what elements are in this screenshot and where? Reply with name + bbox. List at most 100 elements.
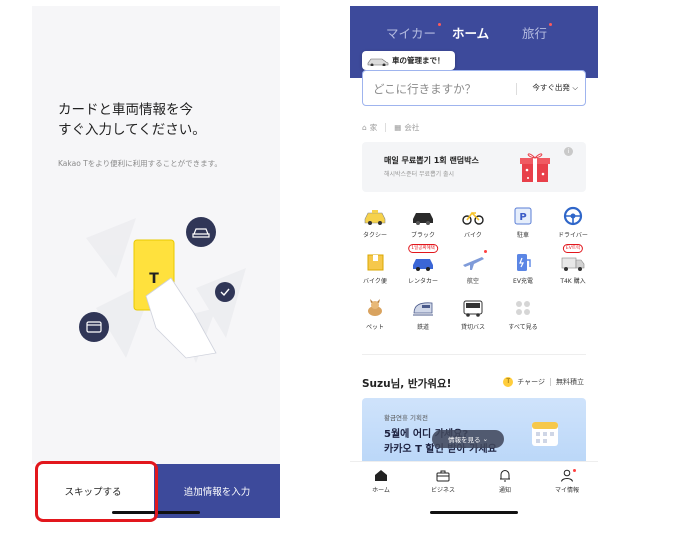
service-see-all[interactable]: すべて見る (500, 297, 546, 331)
service-parking[interactable]: P 駐車 (500, 205, 546, 239)
free-points-link[interactable]: 無料積立 (556, 377, 584, 387)
onboarding-subtext: Kakao Tをより便利に利用することができます。 (58, 159, 222, 168)
nav-business[interactable]: ビジネス (418, 469, 468, 494)
greeting-text: Suzu님, 반가워요! (362, 378, 452, 390)
skip-button[interactable]: スキップする (32, 464, 154, 518)
service-flight[interactable]: 航空 (450, 250, 496, 285)
promo-badge: 1일공짜혜택 (408, 244, 438, 253)
home-indicator (112, 511, 200, 514)
nav-my-info[interactable]: マイ情報 (542, 469, 592, 494)
service-label: 鉄道 (416, 324, 429, 331)
add-info-button[interactable]: 追加情報を入力 (154, 464, 280, 518)
service-pet[interactable]: ペット (352, 297, 398, 331)
service-rental-car[interactable]: 1일공짜혜택 レンタカー (400, 244, 446, 285)
svg-text:P: P (519, 212, 526, 223)
banner-title: 매일 무료뽑기 1회 랜덤박스 (384, 156, 479, 165)
charge-link[interactable]: チャージ (517, 377, 545, 387)
nav-home[interactable]: ホーム (356, 469, 406, 494)
service-label: 貸切バス (460, 324, 485, 331)
service-ev-charge[interactable]: EV充電 (500, 251, 546, 285)
service-label: バイク便 (363, 278, 387, 285)
coin-icon: T (503, 377, 514, 387)
airplane-icon (460, 250, 487, 273)
service-bike[interactable]: バイク (450, 205, 496, 239)
service-t4k-purchase[interactable]: EV트럭 T4K 購入 (550, 244, 596, 285)
bus-icon (460, 297, 486, 319)
service-label: すべて見る (508, 324, 538, 331)
destination-search[interactable]: どこに行きますか？ 今すぐ出発 ⌵ (362, 70, 586, 106)
service-label: バイク (464, 232, 482, 239)
service-label: 駐車 (516, 232, 529, 239)
service-taxi[interactable]: タクシー (352, 205, 398, 239)
depart-now-dropdown[interactable]: 今すぐ出発 ⌵ (532, 82, 578, 93)
tab-home[interactable]: ホーム (452, 23, 489, 42)
points-area: T チャージ 無料積立 (503, 377, 584, 387)
service-driver[interactable]: ドライバー (550, 205, 596, 239)
mycar-tooltip[interactable]: 車の管理まで！ (362, 51, 455, 70)
service-charter-bus[interactable]: 貸切バス (450, 297, 496, 331)
check-icon (215, 282, 235, 302)
search-divider (516, 83, 517, 95)
random-box-banner[interactable]: 매일 무료뽑기 1회 랜덤박스 해시박스준터 무료뽑기 출시 i (362, 142, 586, 192)
card-icon (79, 312, 109, 342)
service-train[interactable]: 鉄道 (400, 297, 446, 331)
nav-label: 通知 (498, 487, 511, 494)
service-label: タクシー (362, 232, 387, 239)
nav-label: マイ情報 (554, 487, 579, 494)
service-label: ドライバー (558, 232, 588, 239)
top-tabs: マイカー ホーム 旅行 (350, 23, 598, 43)
home-indicator (430, 511, 518, 514)
fav-home[interactable]: 家 (370, 122, 378, 133)
tab-mycar[interactable]: マイカー (386, 23, 442, 42)
onboarding-headline: カードと車両情報を今 すぐ入力してください。 (58, 102, 206, 138)
service-bike-delivery[interactable]: バイク便 (352, 251, 398, 285)
gift-box-icon (520, 153, 550, 182)
nav-label: ビジネス (430, 487, 455, 494)
ev-truck-badge: EV트럭 (562, 244, 584, 253)
box-icon (362, 251, 388, 273)
home-icon: ⌂ (362, 122, 367, 132)
tooltip-text: 車の管理まで！ (392, 56, 445, 65)
truck-icon: EV트럭 (560, 244, 586, 273)
fav-office[interactable]: 会社 (404, 122, 419, 133)
phone-t-logo: T (149, 271, 159, 287)
service-label: ブラック (410, 232, 435, 239)
tab-travel[interactable]: 旅行 (522, 23, 553, 42)
chevron-down-icon: ⌄ (482, 435, 489, 443)
home-screen: マイカー ホーム 旅行 車の管理まで！ どこに行きますか？ 今すぐ出発 ⌵ ⌂ … (350, 6, 598, 518)
rental-car-icon: 1일공짜혜택 (408, 244, 438, 273)
home-icon (375, 470, 387, 481)
bottom-action-bar: スキップする 追加情報を入力 (32, 464, 280, 518)
chevron-down-icon: ⌵ (572, 83, 578, 92)
service-label: ペット (365, 324, 384, 331)
calendar-icon (532, 422, 558, 446)
section-divider (362, 354, 586, 355)
view-info-button[interactable]: 情報を見る ⌄ (432, 430, 504, 448)
promo-label: 황금연휴 기획전 (384, 414, 428, 422)
favorite-places: ⌂ 家 ▦ 会社 (362, 121, 419, 133)
train-icon (410, 297, 436, 319)
service-black[interactable]: ブラック (400, 205, 446, 239)
more-dots-icon (510, 297, 536, 319)
building-icon: ▦ (394, 122, 402, 132)
car-icon (367, 58, 389, 66)
info-icon[interactable]: i (564, 147, 573, 156)
black-car-icon (410, 205, 436, 227)
person-icon (561, 469, 573, 482)
nav-notifications[interactable]: 通知 (480, 469, 530, 494)
service-label: レンタカー (407, 278, 438, 285)
briefcase-icon (436, 470, 450, 482)
bike-icon (460, 205, 486, 227)
nav-label: ホーム (372, 487, 390, 494)
service-label: EV充電 (513, 278, 533, 285)
service-label: T4K 購入 (560, 278, 586, 285)
banner-subtitle: 해시박스준터 무료뽑기 출시 (384, 171, 455, 178)
onboarding-screen: カードと車両情報を今 すぐ入力してください。 Kakao Tをより便利に利用する… (32, 6, 280, 518)
steering-wheel-icon (560, 205, 586, 227)
search-placeholder[interactable]: どこに行きますか？ (373, 81, 476, 97)
bottom-navigation: ホーム ビジネス 通知 マイ情報 (350, 461, 598, 518)
pet-icon (362, 297, 388, 319)
parking-icon: P (510, 205, 536, 227)
car-icon (186, 217, 216, 247)
taxi-icon (362, 205, 388, 227)
